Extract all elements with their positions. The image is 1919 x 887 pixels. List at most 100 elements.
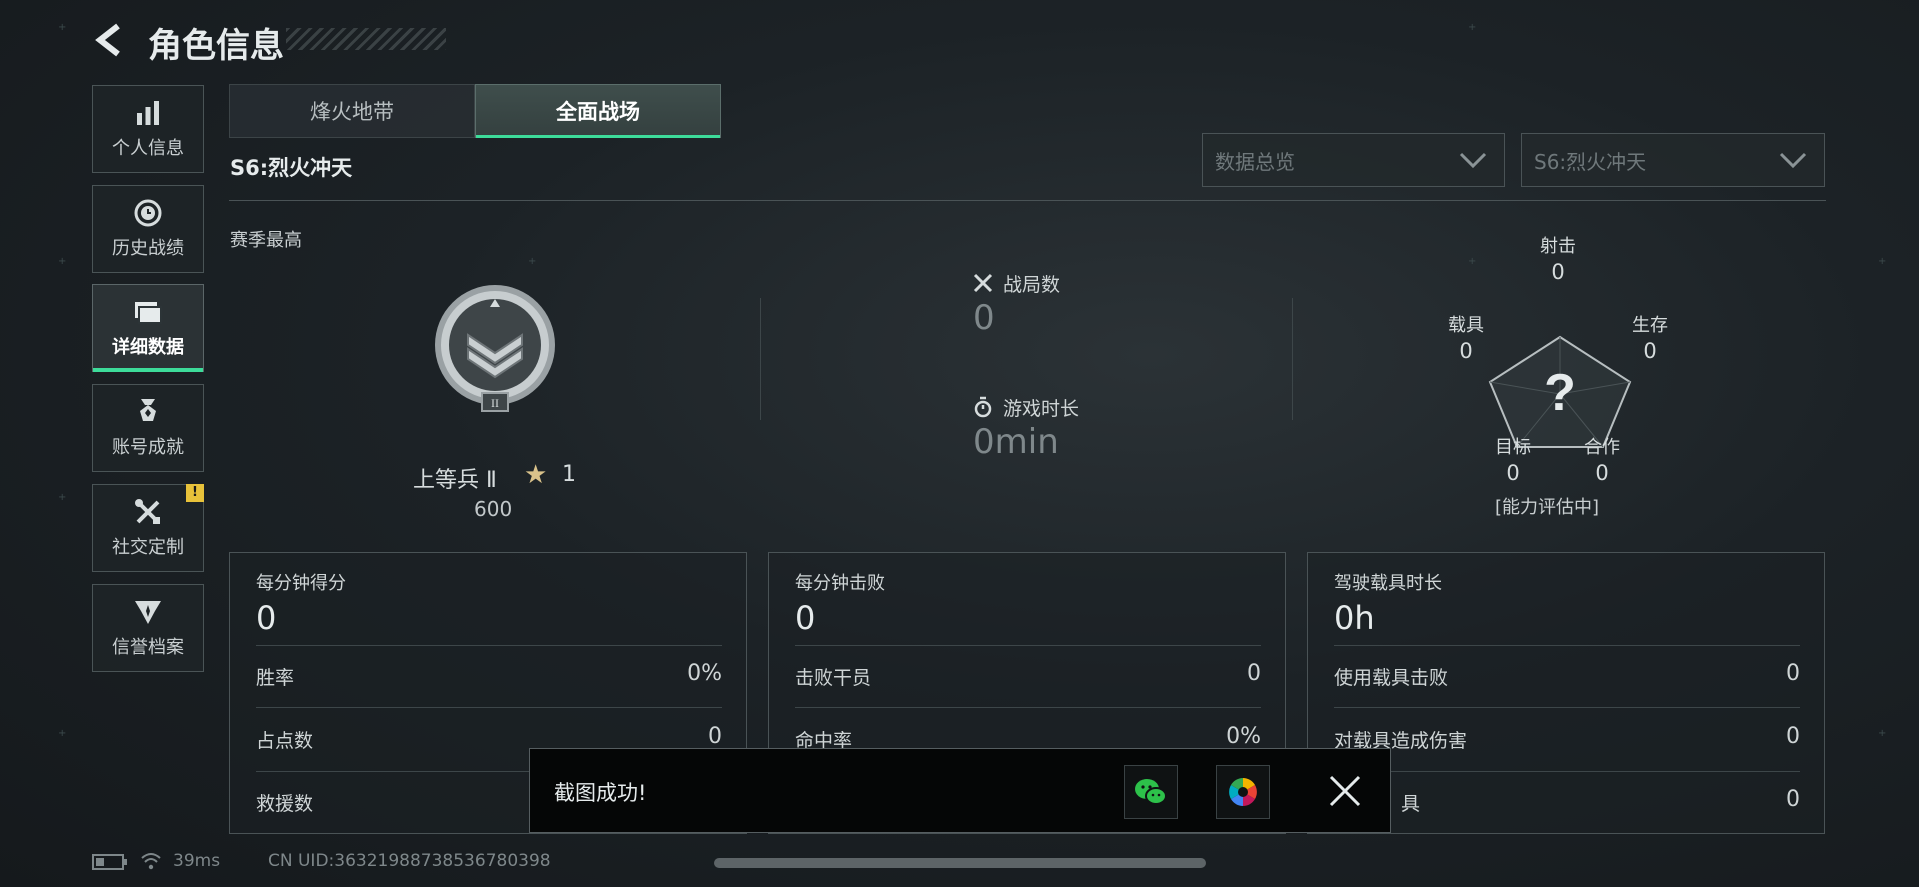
matches-label: 战局数 [1003,274,1061,296]
sidebar-item-detailed-data[interactable]: 详细数据 [92,284,204,372]
data-type-dropdown[interactable]: 数据总览 [1202,133,1505,187]
grid-marker: + [1468,22,1477,33]
close-icon [1329,775,1361,807]
stat-row-label: 使用载具击败 [1334,667,1449,689]
radar-teamwork-value: 0 [1595,461,1609,485]
radar-teamwork-label: 合作 [1584,437,1620,458]
sidebar-item-history[interactable]: 历史战绩 [92,185,204,273]
sidebar-item-label: 历史战绩 [112,238,184,259]
radar-survival-value: 0 [1643,339,1657,363]
season-best-label: 赛季最高 [230,230,302,251]
divider [795,707,1261,708]
tab-full-battlefield[interactable]: 全面战场 [475,84,721,138]
rank-points: 600 [474,497,513,521]
sidebar-item-label: 信誉档案 [112,637,184,658]
home-indicator[interactable] [714,858,1206,868]
radar-vehicle-value: 0 [1459,339,1473,363]
playtime-value: 0min [973,422,1059,462]
chevron-down-icon [1459,152,1487,169]
medal-icon [133,397,163,427]
tools-icon [133,497,163,527]
radar-vehicle-label: 载具 [1448,315,1484,336]
save-to-photos-button[interactable] [1216,765,1270,819]
player-uid: CN UID:36321988738536780398 [268,851,551,871]
stat-row-label: 具 [1401,793,1421,815]
sidebar-item-achievements[interactable]: 账号成就 [92,384,204,472]
star-icon: ★ [524,460,548,490]
grid-marker: + [58,256,67,267]
dropdown-value: S6:烈火冲天 [1534,149,1647,174]
divider [1292,298,1293,420]
back-button[interactable] [92,22,128,58]
photos-icon [1229,778,1257,806]
sidebar-item-label: 个人信息 [112,138,184,159]
panel-title: 每分钟击败 [795,573,885,594]
sidebar-item-label: 详细数据 [112,337,184,358]
divider [760,298,761,420]
grid-marker: + [1468,256,1477,267]
sidebar-item-reputation[interactable]: 信誉档案 [92,584,204,672]
shield-wings-icon [133,597,163,627]
season-dropdown[interactable]: S6:烈火冲天 [1521,133,1825,187]
divider [795,645,1261,646]
grid-marker: + [1878,728,1887,739]
wechat-icon [1135,779,1167,805]
share-wechat-button[interactable] [1124,765,1178,819]
grid-marker: + [58,492,67,503]
panel-value: 0 [256,599,277,637]
radar-objective-label: 目标 [1495,437,1531,458]
rank-emblem: II [430,283,560,413]
title-decoration [286,28,446,50]
radar-objective-value: 0 [1506,461,1520,485]
toast-close-button[interactable] [1327,773,1363,809]
battery-icon [92,854,127,870]
divider [256,707,722,708]
stat-row-value: 0 [1247,661,1261,686]
radar-survival-label: 生存 [1632,315,1668,336]
divider [229,200,1826,201]
sidebar-item-personal-info[interactable]: 个人信息 [92,85,204,173]
stat-row-label: 占点数 [256,730,314,752]
stat-row-value: 0 [708,724,722,749]
page-title: 角色信息 [148,26,284,66]
radar-shooting-label: 射击 [1540,236,1576,257]
bar-chart-icon [133,98,163,128]
radar-center-mark: ? [1544,364,1576,422]
chevron-down-icon [1779,152,1807,169]
divider [1334,645,1800,646]
divider [256,645,722,646]
sidebar-item-social[interactable]: ! 社交定制 [92,484,204,572]
clock-history-icon [133,198,163,228]
stat-row-label: 击败干员 [795,667,872,689]
panel-title: 每分钟得分 [256,573,346,594]
grid-marker: + [1878,256,1887,267]
radar-status: [能力评估中] [1495,497,1600,518]
divider [1334,707,1800,708]
toast-message: 截图成功! [554,781,647,805]
folder-icon [133,297,163,327]
grid-marker: + [528,256,537,267]
sidebar-item-label: 社交定制 [112,537,184,558]
rank-name: 上等兵 Ⅱ [413,468,497,493]
stat-row-value: 0 [1786,724,1800,749]
wifi-icon [141,853,161,870]
radar-shooting-value: 0 [1551,260,1565,284]
panel-title: 驾驶载具时长 [1334,573,1442,594]
stat-row-value: 0 [1786,787,1800,812]
grid-marker: + [58,22,67,33]
ping-value: 39ms [173,851,221,871]
notification-badge: ! [186,484,204,502]
stat-row-label: 胜率 [256,667,295,689]
rank-tier-text: II [491,396,499,410]
screenshot-toast: 截图成功! [529,748,1391,833]
stopwatch-icon [974,396,992,418]
stat-row-value: 0% [1226,724,1261,749]
playtime-label: 游戏时长 [1003,398,1080,420]
stat-row-value: 0 [1786,661,1800,686]
dropdown-value: 数据总览 [1215,149,1295,174]
tab-firezone[interactable]: 烽火地带 [229,84,475,138]
crossed-swords-icon [973,273,993,293]
back-arrow-icon [95,23,120,57]
sidebar-item-label: 账号成就 [112,437,184,458]
season-title: S6:烈火冲天 [230,156,353,180]
